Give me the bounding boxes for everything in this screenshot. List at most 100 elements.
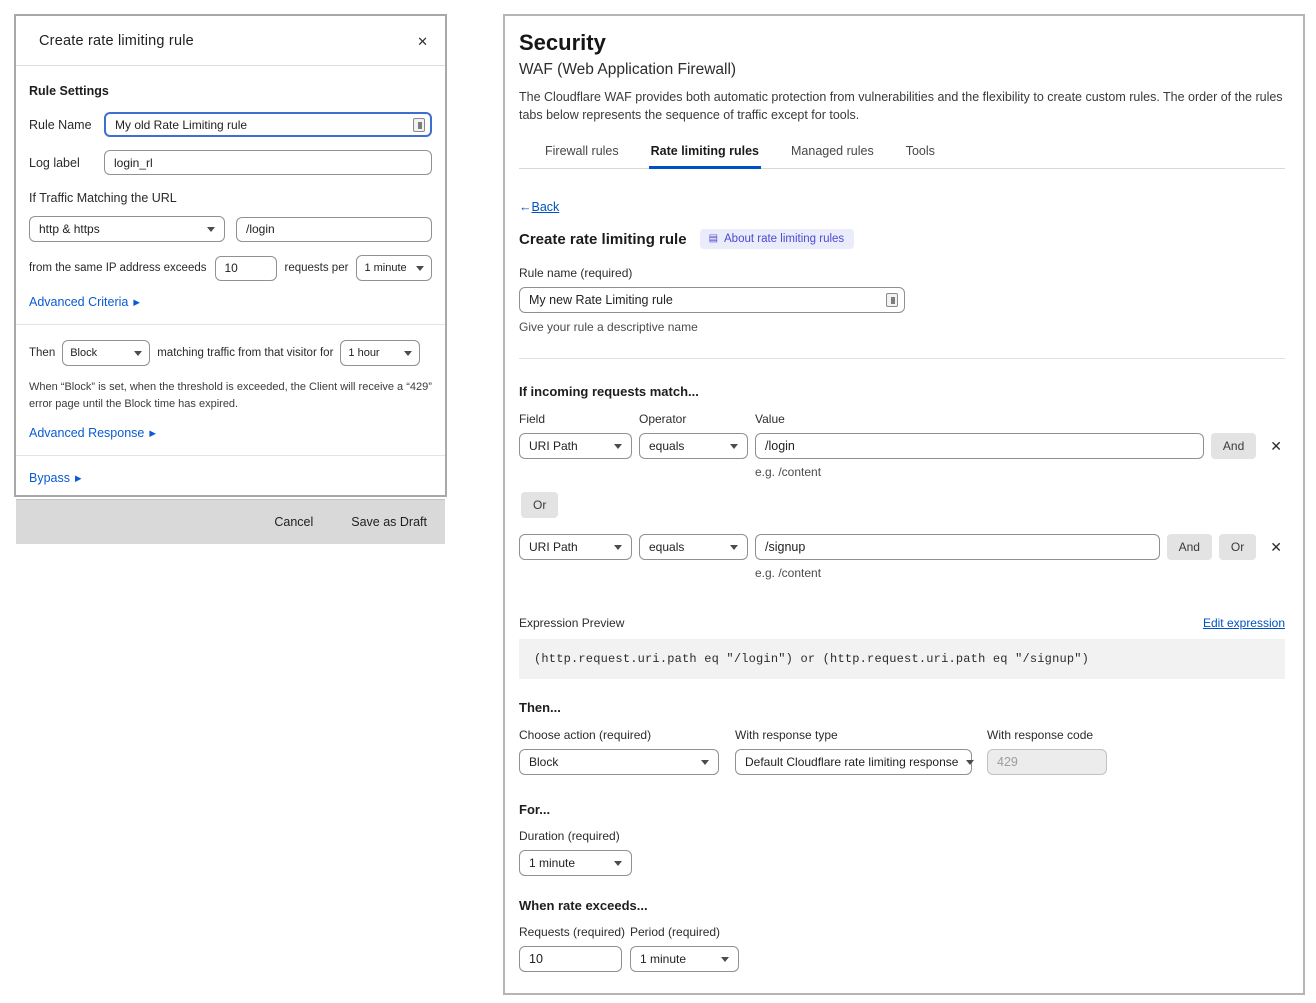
response-code-input [987,749,1107,775]
chevron-down-icon [416,266,424,271]
value-input[interactable] [755,534,1160,560]
rule-name-input-wrap [519,287,905,313]
remove-condition-icon[interactable]: ✕ [1267,539,1285,556]
operator-select[interactable]: equals [639,433,748,459]
threshold-prefix: from the same IP address exceeds [29,262,207,274]
requests-input[interactable] [519,946,622,972]
chevron-down-icon [614,861,622,866]
edit-expression-link[interactable]: Edit expression [1203,616,1285,630]
field-select-value: URI Path [529,540,578,554]
requests-label: Requests (required) [519,925,630,939]
block-duration-select[interactable]: 1 hour [340,340,420,366]
log-label-row: Log label [29,150,432,175]
section-divider [519,358,1285,359]
advanced-criteria-label: Advanced Criteria [29,295,128,309]
remove-condition-icon[interactable]: ✕ [1267,438,1285,455]
then-label: Then [29,347,55,359]
field-select[interactable]: URI Path [519,433,632,459]
chevron-down-icon [730,444,738,449]
threshold-requests-input[interactable] [215,256,277,281]
tab-managed-rules[interactable]: Managed rules [789,138,876,168]
url-match-row: http & https [29,216,432,242]
rule-name-help: Give your rule a descriptive name [519,320,1285,334]
operator-column-label: Operator [639,412,755,426]
or-button[interactable]: Or [521,492,558,518]
create-rate-limit-modal-legacy: Create rate limiting rule ✕ Rule Setting… [14,14,447,497]
expression-code: (http.request.uri.path eq "/login") or (… [519,639,1285,679]
tab-tools[interactable]: Tools [904,138,937,168]
modal-footer: Cancel Save as Draft [16,499,445,544]
value-input[interactable] [755,433,1204,459]
period-select[interactable]: 1 minute [630,946,739,972]
waf-tabs: Firewall rules Rate limiting rules Manag… [519,138,1285,169]
triangle-right-icon: ▶ [75,474,82,483]
bypass-link[interactable]: Bypass ▶ [29,471,82,485]
operator-select[interactable]: equals [639,534,748,560]
advanced-response-link[interactable]: Advanced Response ▶ [29,426,156,440]
threshold-row: from the same IP address exceeds request… [29,255,432,281]
threshold-middle: requests per [285,262,349,274]
about-rate-limiting-badge[interactable]: ▤ About rate limiting rules [700,229,855,249]
advanced-response-label: Advanced Response [29,426,144,440]
duration-label: Duration (required) [519,829,1285,843]
response-type-label: With response type [735,728,987,742]
form-title: Create rate limiting rule [519,231,687,248]
and-button[interactable]: And [1211,433,1256,459]
url-input-wrap [236,217,432,242]
response-type-select[interactable]: Default Cloudflare rate limiting respons… [735,749,972,775]
autofill-icon[interactable] [886,293,898,307]
or-button[interactable]: Or [1219,534,1256,560]
value-column-label: Value [755,412,785,426]
and-button[interactable]: And [1167,534,1212,560]
operator-select-value: equals [649,439,684,453]
scheme-select[interactable]: http & https [29,216,225,242]
action-select-value: Block [70,347,97,359]
chevron-down-icon [134,351,142,356]
action-select-value: Block [529,755,558,769]
then-controls: Block Default Cloudflare rate limiting r… [519,749,1285,775]
security-waf-panel: Security WAF (Web Application Firewall) … [503,14,1305,995]
tab-firewall-rules[interactable]: Firewall rules [543,138,621,168]
field-column-label: Field [519,412,639,426]
autofill-icon[interactable] [413,118,425,132]
field-select-value: URI Path [529,439,578,453]
field-select[interactable]: URI Path [519,534,632,560]
divider [16,324,445,325]
then-middle-text: matching traffic from that visitor for [157,347,333,359]
then-row: Then Block matching traffic from that vi… [29,340,432,366]
chevron-down-icon [404,351,412,356]
condition-row: URI Path equals And ✕ [519,433,1285,459]
close-icon[interactable]: ✕ [415,33,430,50]
threshold-period-select[interactable]: 1 minute [356,255,432,281]
for-section-heading: For... [519,802,1285,817]
condition-column-labels: Field Operator Value [519,412,1285,426]
operator-select-value: equals [649,540,684,554]
threshold-period-value: 1 minute [364,262,406,274]
block-duration-value: 1 hour [348,347,379,359]
block-note: When “Block” is set, when the threshold … [29,379,432,413]
page-title: Security [519,30,1285,56]
rule-name-input[interactable] [104,112,432,137]
back-link[interactable]: ←Back [519,200,559,214]
expression-preview-row: Expression Preview Edit expression [519,616,1285,630]
save-as-draft-button[interactable]: Save as Draft [351,515,427,529]
cancel-button[interactable]: Cancel [274,515,313,529]
url-input[interactable] [236,217,432,242]
log-label-label: Log label [29,156,93,170]
log-label-input[interactable] [104,150,432,175]
tab-rate-limiting-rules[interactable]: Rate limiting rules [649,138,761,168]
chevron-down-icon [721,957,729,962]
divider [16,455,445,456]
triangle-right-icon: ▶ [149,429,156,438]
modal-header: Create rate limiting rule ✕ [16,16,445,66]
duration-select[interactable]: 1 minute [519,850,632,876]
advanced-criteria-link[interactable]: Advanced Criteria ▶ [29,295,140,309]
rule-settings-heading: Rule Settings [29,84,432,98]
doc-icon: ▤ [709,234,718,244]
screenshot-canvas: Create rate limiting rule ✕ Rule Setting… [0,0,1316,1003]
action-select[interactable]: Block [519,749,719,775]
rule-name-input[interactable] [519,287,905,313]
action-select[interactable]: Block [62,340,150,366]
about-badge-label: About rate limiting rules [724,233,844,245]
page-subtitle: WAF (Web Application Firewall) [519,61,1285,79]
